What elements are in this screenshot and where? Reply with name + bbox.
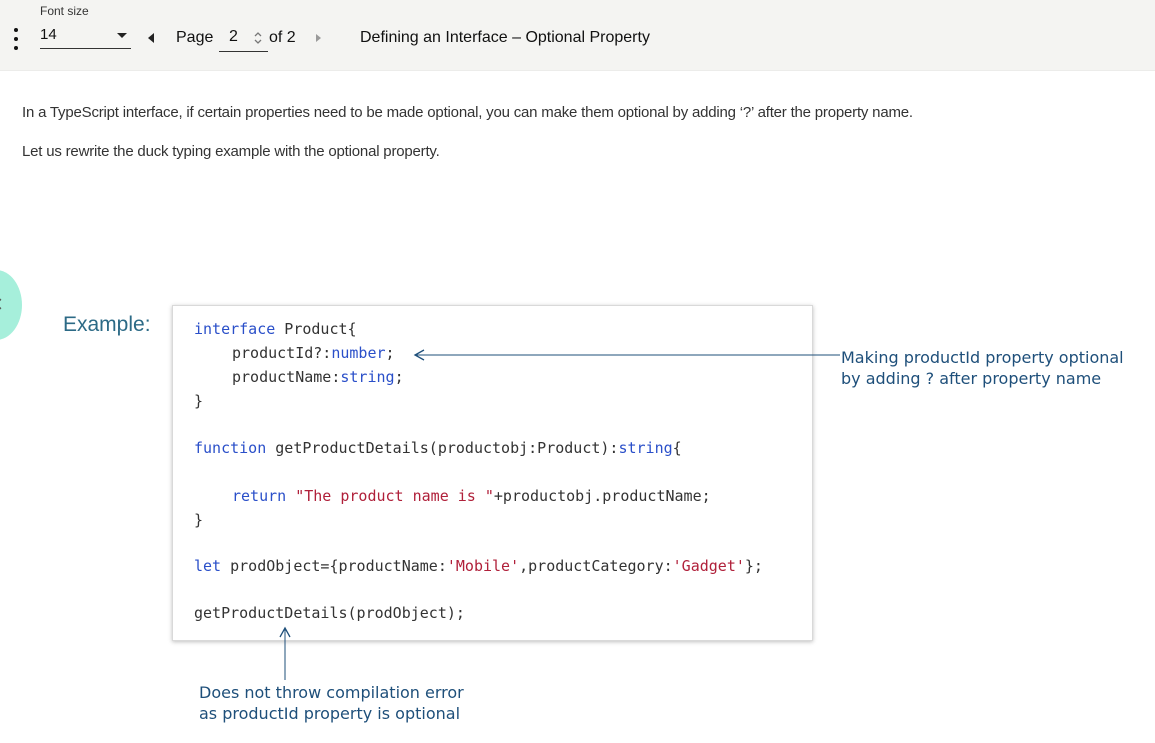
code-text: +productobj.productName; xyxy=(493,487,711,505)
code-text: ; xyxy=(385,344,395,362)
annotation-line: Making productId property optional xyxy=(841,348,1124,367)
annotation-line: as productId property is optional xyxy=(199,704,461,723)
prev-page-icon[interactable] xyxy=(148,33,154,43)
dropdown-caret-icon xyxy=(117,33,127,38)
font-size-label: Font size xyxy=(40,4,89,18)
example-label: Example: xyxy=(63,313,151,336)
intro-paragraph: In a TypeScript interface, if certain pr… xyxy=(22,104,913,121)
more-options-icon[interactable] xyxy=(11,28,21,50)
code-string: "The product name is " xyxy=(295,487,494,505)
no-error-annotation: Does not throw compilation error as prod… xyxy=(199,682,464,724)
toolbar: Font size 14 Page 2 of 2 Defining an Int… xyxy=(0,0,1155,71)
chevron-left-icon xyxy=(0,298,6,310)
annotation-line: Does not throw compilation error xyxy=(199,683,464,702)
code-type: number xyxy=(331,344,386,362)
code-text: { xyxy=(672,439,682,457)
page-number-input[interactable]: 2 xyxy=(219,26,268,52)
code-text: }; xyxy=(744,557,763,575)
spinner-icon[interactable] xyxy=(253,30,263,46)
page-label: Page xyxy=(176,29,214,46)
code-example-box: interface Product{ productId?:number; pr… xyxy=(172,305,813,641)
code-keyword: function xyxy=(194,439,267,457)
code-text: productName: xyxy=(232,368,341,386)
code-type: string xyxy=(618,439,673,457)
code-text: productId?: xyxy=(232,344,332,362)
code-text: ,productCategory: xyxy=(519,557,673,575)
next-page-icon[interactable] xyxy=(316,34,321,42)
code-text: prodObject={productName: xyxy=(221,557,447,575)
side-panel-toggle-button[interactable] xyxy=(0,270,22,340)
code-line-6: return "The product name is "+productobj… xyxy=(232,487,711,505)
code-string: 'Gadget' xyxy=(672,557,745,575)
code-line-8: let prodObject={productName:'Mobile',pro… xyxy=(194,557,763,575)
code-line-2: productId?:number; xyxy=(232,344,395,362)
page-number-value: 2 xyxy=(229,28,238,45)
code-keyword: return xyxy=(232,487,287,505)
annotation-line: by adding ? after property name xyxy=(841,369,1102,388)
code-line-5: function getProductDetails(productobj:Pr… xyxy=(194,439,682,457)
page-count-label: of 2 xyxy=(269,29,296,46)
document-title: Defining an Interface – Optional Propert… xyxy=(360,29,650,46)
code-line-1: interface Product{ xyxy=(194,320,357,338)
font-size-select[interactable]: 14 xyxy=(40,24,131,49)
code-string: 'Mobile' xyxy=(446,557,520,575)
code-type: string xyxy=(340,368,395,386)
font-size-value: 14 xyxy=(40,26,57,43)
code-line-4: } xyxy=(194,392,204,410)
code-keyword: interface xyxy=(194,320,276,338)
code-text: getProductDetails(productobj:Product): xyxy=(266,439,619,457)
code-keyword: let xyxy=(194,557,222,575)
example-intro-paragraph: Let us rewrite the duck typing example w… xyxy=(22,143,440,160)
code-line-7: } xyxy=(194,511,204,529)
code-line-3: productName:string; xyxy=(232,368,404,386)
optional-property-annotation: Making productId property optional by ad… xyxy=(841,347,1124,389)
code-text: Product{ xyxy=(275,320,357,338)
code-text: ; xyxy=(394,368,404,386)
code-line-9: getProductDetails(prodObject); xyxy=(194,604,465,622)
